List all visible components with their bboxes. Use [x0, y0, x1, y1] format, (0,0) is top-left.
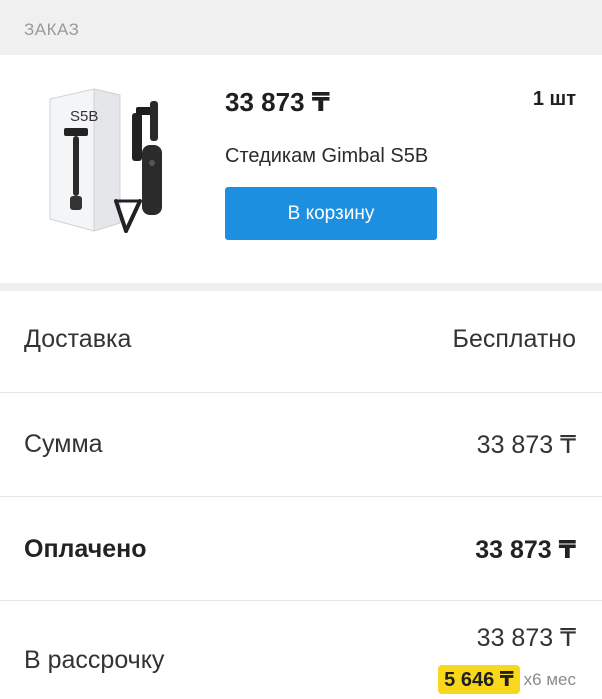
installment-label: В рассрочку	[24, 646, 165, 674]
sum-row: Сумма 33 873 ₸	[0, 393, 602, 497]
installment-value: 33 873 ₸	[476, 624, 576, 652]
installment-monthly-amount: 5 646 ₸	[438, 665, 520, 694]
delivery-row: Доставка Бесплатно	[0, 291, 602, 393]
paid-label: Оплачено	[24, 535, 147, 563]
paid-row: Оплачено 33 873 ₸	[0, 497, 602, 601]
product-price: 33 873 ₸	[225, 87, 330, 117]
product-quantity: 1 шт	[532, 88, 576, 110]
installment-row: В рассрочку 33 873 ₸ 5 646 ₸ x6 мес	[0, 601, 602, 699]
paid-value: 33 873 ₸	[475, 536, 576, 564]
product-image[interactable]: S5B	[46, 83, 194, 233]
installment-monthly-term: x6 мес	[523, 669, 576, 689]
sum-label: Сумма	[24, 430, 103, 458]
sum-value: 33 873 ₸	[476, 431, 576, 459]
delivery-value: Бесплатно	[452, 325, 576, 353]
product-title[interactable]: Стедикам Gimbal S5B	[225, 145, 428, 168]
delivery-label: Доставка	[24, 325, 132, 353]
add-to-cart-button[interactable]: В корзину	[225, 187, 437, 240]
order-section-header: ЗАКАЗ	[0, 0, 602, 55]
box-label: S5B	[70, 108, 98, 125]
installment-monthly: 5 646 ₸ x6 мес	[438, 665, 576, 694]
order-product-card: S5B 33 873 ₸ 1 шт Стедикам Gimbal S5B В …	[0, 55, 602, 283]
section-divider	[0, 283, 602, 291]
order-section-label: ЗАКАЗ	[24, 20, 80, 39]
